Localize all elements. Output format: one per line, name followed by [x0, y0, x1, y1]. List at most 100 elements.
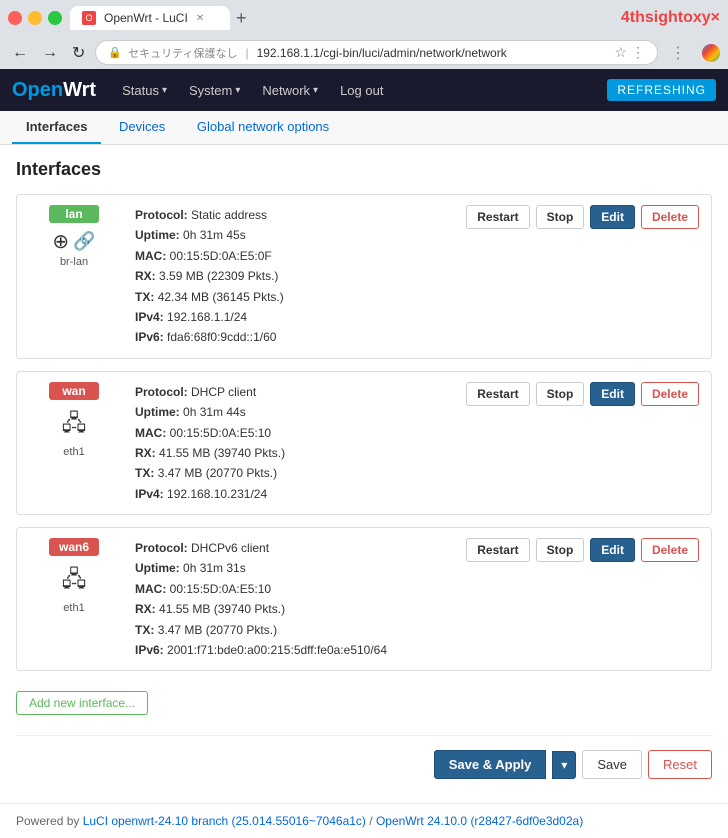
footer-separator: /	[369, 814, 376, 828]
lan-rx: RX: 3.59 MB (22309 Pkts.)	[135, 266, 450, 286]
lan-edit-button[interactable]: Edit	[590, 205, 635, 229]
network-caret: ▾	[313, 85, 318, 96]
lan-tx: TX: 42.34 MB (36145 Pkts.)	[135, 287, 450, 307]
wan-protocol: Protocol: DHCP client	[135, 382, 450, 402]
lan-restart-button[interactable]: Restart	[466, 205, 529, 229]
wan6-restart-button[interactable]: Restart	[466, 538, 529, 562]
wan6-stop-button[interactable]: Stop	[536, 538, 585, 562]
wan-delete-button[interactable]: Delete	[641, 382, 699, 406]
browser-menu-button[interactable]: ⋮	[664, 41, 692, 65]
lan-ipv4: IPv4: 192.168.1.1/24	[135, 307, 450, 327]
wan6-tx: TX: 3.47 MB (20770 Pkts.)	[135, 620, 450, 640]
window-controls	[8, 11, 62, 25]
wan-info: Protocol: DHCP client Uptime: 0h 31m 44s…	[135, 382, 450, 504]
nav-logout[interactable]: Log out	[330, 75, 393, 106]
lan-iface-left: lan ⊕ 🔗 br-lan	[29, 205, 119, 268]
lan-interface-card: lan ⊕ 🔗 br-lan Protocol: Static address …	[16, 194, 712, 359]
action-bar: Save & Apply ▾ Save Reset	[16, 735, 712, 779]
wan-restart-button[interactable]: Restart	[466, 382, 529, 406]
lan-actions: Restart Stop Edit Delete	[466, 205, 699, 229]
tab-global-network[interactable]: Global network options	[183, 111, 343, 144]
bookmark-button[interactable]: ☆	[614, 44, 627, 61]
lan-icons: ⊕ 🔗	[52, 229, 95, 254]
wan-network-icon: 🖧	[62, 406, 87, 444]
lan-protocol: Protocol: Static address	[135, 205, 450, 225]
openwrt-link[interactable]: OpenWrt 24.10.0 (r28427-6df0e3d02a)	[376, 814, 583, 828]
wan-stop-button[interactable]: Stop	[536, 382, 585, 406]
brand-logo: OpenWrt	[12, 79, 96, 102]
refreshing-badge: REFRESHING	[607, 79, 716, 101]
lan-mac: MAC: 00:15:5D:0A:E5:0F	[135, 246, 450, 266]
reload-button[interactable]: ↻	[68, 41, 89, 65]
address-menu-button[interactable]: ⋮	[631, 44, 645, 61]
footer-text: Powered by	[16, 814, 83, 828]
address-bar[interactable]: 🔒 セキュリティ保護なし | 192.168.1.1/cgi-bin/luci/…	[95, 40, 658, 65]
wan6-protocol: Protocol: DHCPv6 client	[135, 538, 450, 558]
address-separator: |	[245, 46, 248, 60]
page-footer: Powered by LuCI openwrt-24.10 branch (25…	[0, 803, 728, 838]
active-tab[interactable]: O OpenWrt - LuCI ✕	[70, 6, 230, 30]
wan-tx: TX: 3.47 MB (20770 Pkts.)	[135, 463, 450, 483]
forward-button[interactable]: →	[38, 42, 62, 64]
wan6-uptime: Uptime: 0h 31m 31s	[135, 558, 450, 578]
back-button[interactable]: ←	[8, 42, 32, 64]
tab-favicon: O	[82, 11, 96, 25]
lan-sub-label: br-lan	[60, 256, 88, 268]
luci-link[interactable]: LuCI openwrt-24.10 branch (25.014.55016~…	[83, 814, 366, 828]
wan6-rx: RX: 41.55 MB (39740 Pkts.)	[135, 599, 450, 619]
add-interface-button[interactable]: Add new interface...	[16, 691, 148, 715]
wan-badge: wan	[49, 382, 99, 400]
maximize-button[interactable]	[48, 11, 62, 25]
wan-icon-area: 🖧 eth1	[62, 406, 87, 458]
reset-button[interactable]: Reset	[648, 750, 712, 779]
tab-bar: O OpenWrt - LuCI ✕ +	[70, 6, 613, 30]
new-tab-button[interactable]: +	[230, 8, 253, 29]
wan-iface-left: wan 🖧 eth1	[29, 382, 119, 458]
wan-interface-card: wan 🖧 eth1 Protocol: DHCP client Uptime:…	[16, 371, 712, 515]
wan6-delete-button[interactable]: Delete	[641, 538, 699, 562]
close-button[interactable]	[8, 11, 22, 25]
wan-mac: MAC: 00:15:5D:0A:E5:10	[135, 423, 450, 443]
lan-globe-icon: ⊕	[52, 229, 69, 254]
nav-menu: Status ▾ System ▾ Network ▾ Log out	[112, 75, 393, 106]
lan-uptime: Uptime: 0h 31m 45s	[135, 225, 450, 245]
lan-stop-button[interactable]: Stop	[536, 205, 585, 229]
page-title: Interfaces	[16, 159, 712, 180]
security-icon: 🔒	[108, 46, 122, 59]
page-content: OpenWrt Status ▾ System ▾ Network ▾ Log …	[0, 69, 728, 838]
navbar: OpenWrt Status ▾ System ▾ Network ▾ Log …	[0, 69, 728, 111]
lan-ipv6: IPv6: fda6:68f0:9cdd::1/60	[135, 327, 450, 347]
tab-interfaces[interactable]: Interfaces	[12, 111, 101, 144]
wan6-ipv6: IPv6: 2001:f71:bde0:a00:215:5dff:fe0a:e5…	[135, 640, 450, 660]
tab-devices[interactable]: Devices	[105, 111, 179, 144]
wan-rx: RX: 41.55 MB (39740 Pkts.)	[135, 443, 450, 463]
address-bar-row: ← → ↻ 🔒 セキュリティ保護なし | 192.168.1.1/cgi-bin…	[0, 36, 728, 69]
wan6-edit-button[interactable]: Edit	[590, 538, 635, 562]
wan6-icon-area: 🖧 eth1	[62, 562, 87, 614]
wan6-mac: MAC: 00:15:5D:0A:E5:10	[135, 579, 450, 599]
minimize-button[interactable]	[28, 11, 42, 25]
wan6-sub-label: eth1	[63, 602, 84, 614]
save-apply-dropdown-button[interactable]: ▾	[552, 751, 576, 779]
nav-status[interactable]: Status ▾	[112, 75, 177, 106]
wan-uptime: Uptime: 0h 31m 44s	[135, 402, 450, 422]
profile-icon[interactable]	[702, 44, 720, 62]
lan-delete-button[interactable]: Delete	[641, 205, 699, 229]
wan6-interface-card: wan6 🖧 eth1 Protocol: DHCPv6 client Upti…	[16, 527, 712, 671]
watermark: 4thsightoxy×	[621, 9, 720, 27]
wan6-actions: Restart Stop Edit Delete	[466, 538, 699, 562]
nav-network[interactable]: Network ▾	[252, 75, 328, 106]
save-button[interactable]: Save	[582, 750, 642, 779]
tab-close-icon[interactable]: ✕	[196, 13, 204, 24]
lan-link-icon: 🔗	[73, 231, 95, 252]
lan-info: Protocol: Static address Uptime: 0h 31m …	[135, 205, 450, 348]
nav-system[interactable]: System ▾	[179, 75, 250, 106]
wan-actions: Restart Stop Edit Delete	[466, 382, 699, 406]
save-apply-button[interactable]: Save & Apply	[434, 750, 547, 779]
lan-badge: lan	[49, 205, 99, 223]
wan-edit-button[interactable]: Edit	[590, 382, 635, 406]
address-actions: ☆ ⋮	[614, 44, 645, 61]
main-content: Interfaces lan ⊕ 🔗 br-lan Protocol: Stat…	[0, 145, 728, 793]
lan-icon-area: ⊕ 🔗 br-lan	[52, 229, 95, 268]
wan6-network-icon: 🖧	[62, 562, 87, 600]
